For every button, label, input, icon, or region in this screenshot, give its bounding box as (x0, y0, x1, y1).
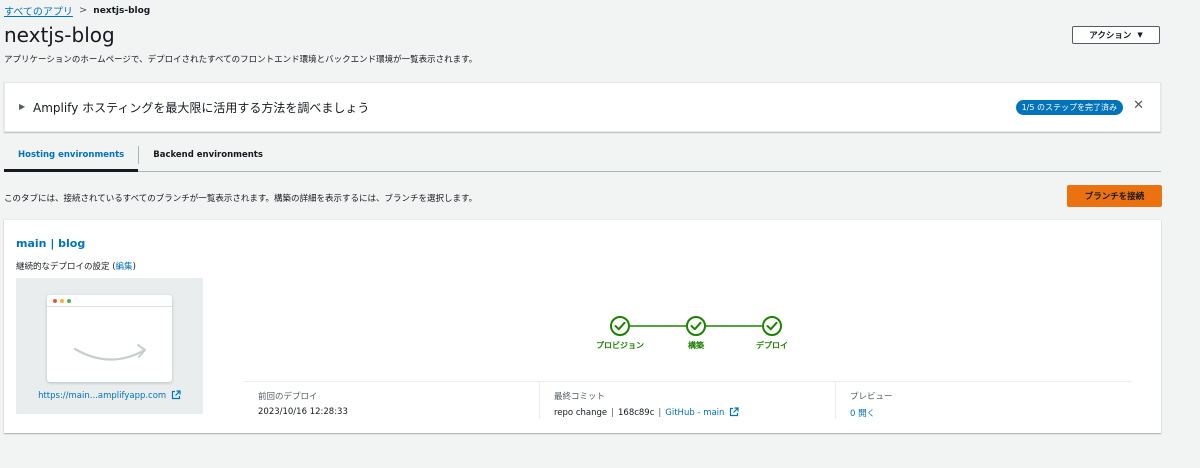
actions-label: アクション (1089, 31, 1132, 41)
last-deploy-value: 2023/10/16 12:28:33 (258, 407, 348, 417)
branch-title-link[interactable]: main | blog (16, 237, 85, 250)
deploy-pipeline: プロビジョン 構築 デプロイ (589, 314, 799, 354)
external-link-icon (171, 390, 181, 400)
tab-hosting-environments[interactable]: Hosting environments (4, 138, 139, 172)
separator: | (658, 408, 662, 418)
connect-branch-button[interactable]: ブランチを接続 (1067, 185, 1162, 207)
breadcrumb-all-apps-link[interactable]: すべてのアプリ (4, 3, 73, 18)
deploy-check-icon (762, 316, 782, 336)
setting-paren-close: ) (132, 262, 136, 272)
continuous-deploy-setting: 継続的なデプロイの設定 (編集) (16, 260, 136, 272)
external-link-icon (730, 407, 739, 417)
step-label-deploy: デプロイ (756, 341, 788, 350)
last-commit-value: repo change | 168c89c | GitHub - main (554, 407, 821, 418)
preview-value: 0 開く (850, 407, 1117, 419)
separator: | (611, 408, 614, 418)
preview-column: プレビュー 0 開く (835, 382, 1131, 419)
breadcrumb: すべてのアプリ > nextjs-blog (4, 3, 150, 18)
expand-triangle-icon[interactable]: ▶ (19, 102, 25, 111)
step-label-build: 構築 (688, 341, 704, 350)
tab-description: このタブには、接続されているすべてのブランチが一覧表示されます。構築の詳細を表示… (4, 194, 478, 204)
getting-started-banner: ▶ Amplify ホスティングを最大限に活用する方法を調べましょう 1/5 の… (4, 82, 1161, 132)
last-deploy-column: 前回のデプロイ 2023/10/16 12:28:33 (244, 382, 539, 419)
branch-info-grid: 前回のデプロイ 2023/10/16 12:28:33 最終コミット repo … (244, 381, 1131, 419)
green-dot-icon (67, 298, 71, 303)
preview-url-text: https://main...amplifyapp.com (38, 391, 167, 401)
browser-window-illustration (47, 295, 172, 382)
progress-badge: 1/5 のステップを完了済み (1015, 100, 1123, 115)
actions-dropdown-button[interactable]: アクション ▼ (1072, 26, 1160, 44)
preview-label: プレビュー (850, 392, 893, 402)
pipeline-graphic (610, 316, 782, 336)
commit-hash: 168c89c (618, 408, 655, 418)
page-title: nextjs-blog (4, 23, 115, 47)
last-commit-label: 最終コミット (554, 392, 606, 402)
tab-backend-environments[interactable]: Backend environments (139, 138, 277, 172)
red-dot-icon (53, 298, 57, 303)
preview-url-link[interactable]: https://main...amplifyapp.com (16, 390, 203, 401)
commit-message: repo change (554, 408, 608, 418)
close-icon[interactable]: ✕ (1133, 98, 1144, 113)
caret-down-icon: ▼ (1137, 31, 1143, 39)
amazon-smile-icon (73, 344, 146, 361)
preview-open-link[interactable]: 0 開く (850, 409, 875, 419)
environment-tabs: Hosting environments Backend environment… (4, 138, 1161, 172)
step-label-provision: プロビジョン (596, 341, 644, 350)
preview-thumbnail: https://main...amplifyapp.com (16, 278, 203, 414)
setting-text: 継続的なデプロイの設定 (16, 262, 110, 272)
page-description: アプリケーションのホームページで、デプロイされたすべてのフロントエンド環境とバッ… (4, 55, 478, 65)
last-deploy-label: 前回のデプロイ (258, 392, 318, 402)
github-source-link[interactable]: GitHub - main (665, 408, 724, 418)
last-commit-column: 最終コミット repo change | 168c89c | GitHub - main (539, 382, 835, 419)
build-check-icon (686, 316, 706, 336)
branch-card: main | blog 継続的なデプロイの設定 (編集) https://mai… (4, 220, 1161, 433)
edit-link[interactable]: 編集 (116, 262, 133, 272)
banner-title[interactable]: Amplify ホスティングを最大限に活用する方法を調べましょう (33, 99, 369, 116)
breadcrumb-separator: > (78, 5, 88, 16)
provision-check-icon (610, 316, 630, 336)
yellow-dot-icon (60, 298, 64, 303)
breadcrumb-current: nextjs-blog (93, 5, 151, 16)
browser-bar (47, 295, 172, 307)
